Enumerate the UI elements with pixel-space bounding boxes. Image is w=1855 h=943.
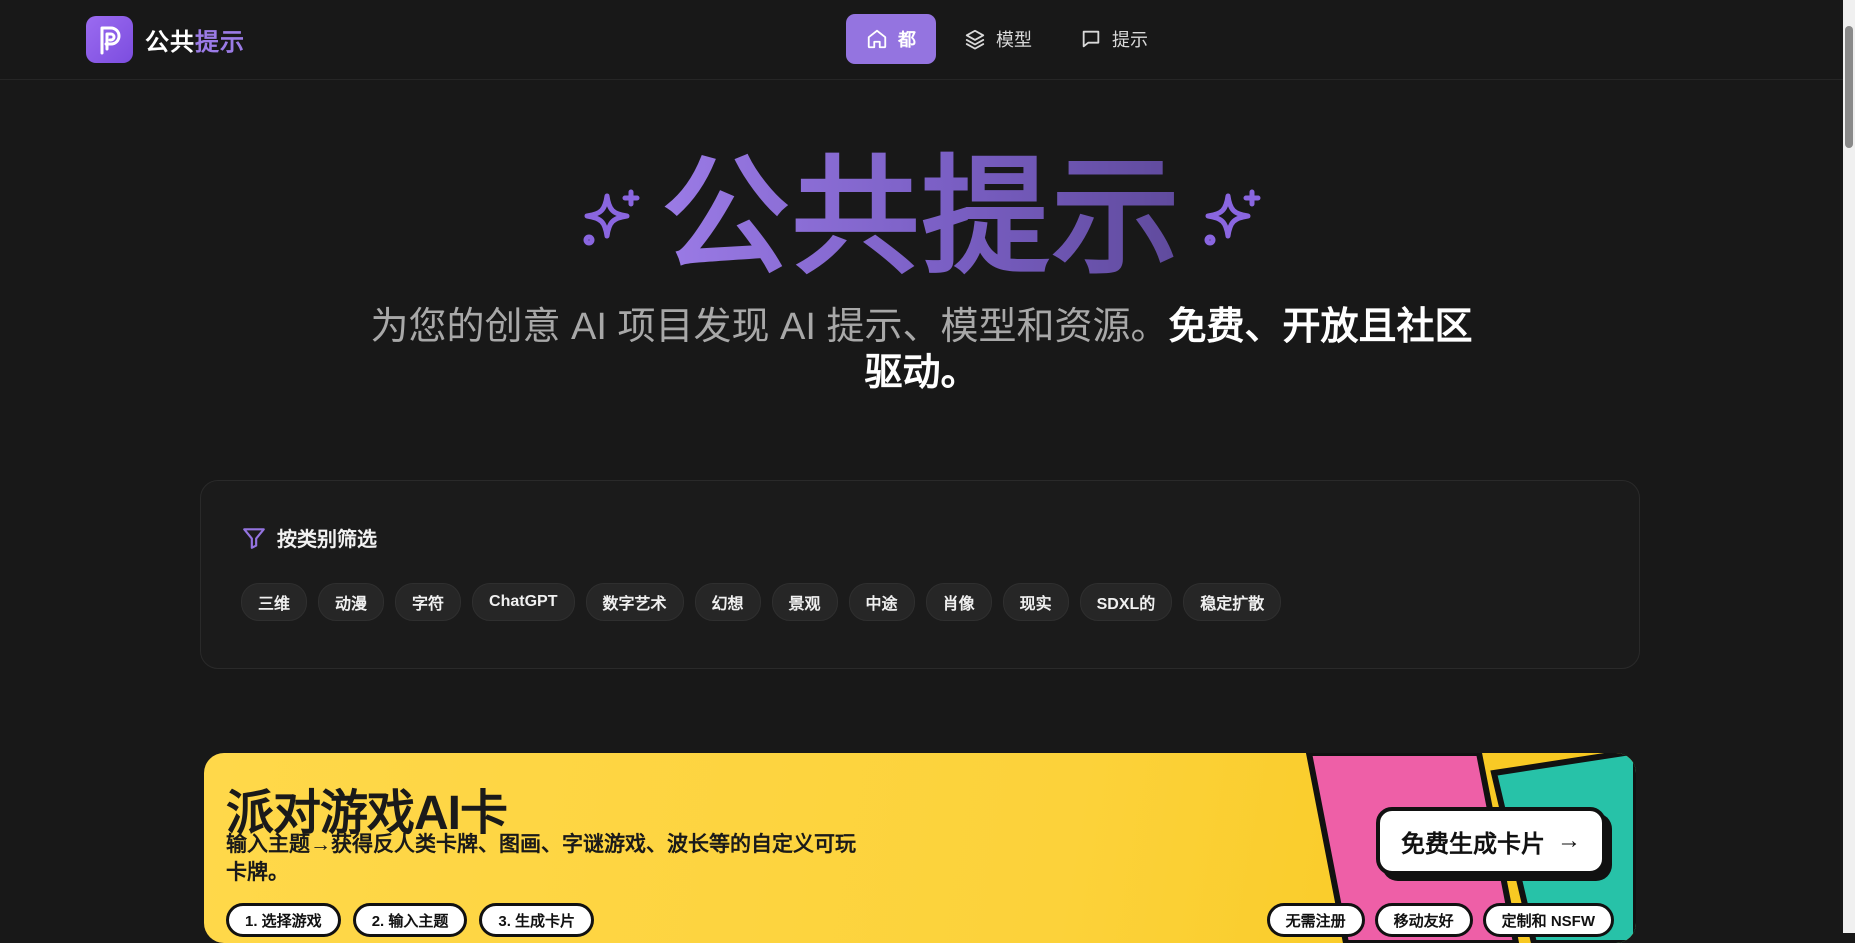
banner-steps: 1. 选择游戏 2. 输入主题 3. 生成卡片 (226, 903, 595, 937)
site-name-part-1: 公共 (145, 29, 195, 56)
category-chip[interactable]: 幻想 (694, 583, 761, 621)
filter-icon (243, 527, 265, 549)
step-badge: 1. 选择游戏 (226, 903, 341, 937)
home-icon (867, 29, 887, 49)
p-logo-icon (86, 16, 133, 63)
step-badge: 3. 生成卡片 (479, 903, 595, 937)
page-scrollbar[interactable] (1843, 0, 1855, 933)
nav-prompts-label: 提示 (1112, 30, 1148, 50)
category-chip[interactable]: 动漫 (318, 583, 385, 621)
feature-badge: 无需注册 (1266, 903, 1365, 937)
site-name: 公共提示 (145, 22, 245, 57)
category-filter-card: 按类别筛选 三维 动漫 字符 ChatGPT 数字艺术 幻想 景观 中途 肖像 … (200, 480, 1640, 669)
category-chip[interactable]: 中途 (848, 583, 915, 621)
filter-heading-label: 按类别筛选 (277, 529, 377, 551)
category-chip[interactable]: 景观 (771, 583, 838, 621)
nav-models-label: 模型 (996, 30, 1032, 50)
hero-subtitle: 为您的创意 AI 项目发现 AI 提示、模型和资源。免费、开放且社区驱动。 (360, 304, 1483, 396)
banner-subtitle: 输入主题→获得反人类卡牌、图画、字谜游戏、波长等的自定义可玩卡牌。 (226, 833, 856, 884)
category-chip[interactable]: ChatGPT (472, 583, 575, 621)
category-chip[interactable]: 数字艺术 (585, 583, 684, 621)
site-logo[interactable]: 公共提示 (86, 16, 245, 63)
scrollbar-thumb[interactable] (1845, 26, 1853, 148)
filter-heading: 按类别筛选 (241, 523, 377, 552)
category-chip[interactable]: SDXL的 (1079, 583, 1173, 621)
feature-badge: 定制和 NSFW (1482, 903, 1614, 937)
party-game-banner[interactable]: 派对游戏AI卡 输入主题→获得反人类卡牌、图画、字谜游戏、波长等的自定义可玩卡牌… (204, 753, 1636, 943)
top-header: 公共提示 都 模型 提示 (0, 0, 1843, 80)
nav-all-label: 都 (898, 30, 916, 50)
category-chip[interactable]: 三维 (241, 583, 308, 621)
main-nav: 都 模型 提示 (846, 14, 1168, 64)
generate-cards-button[interactable]: 免费生成卡片 → (1376, 807, 1606, 875)
generate-cards-button-label: 免费生成卡片 (1401, 830, 1545, 858)
nav-prompts[interactable]: 提示 (1060, 14, 1168, 64)
banner-features: 无需注册 移动友好 定制和 NSFW (1266, 903, 1614, 937)
feature-badge: 移动友好 (1374, 903, 1473, 937)
nav-all[interactable]: 都 (846, 14, 936, 64)
category-chips: 三维 动漫 字符 ChatGPT 数字艺术 幻想 景观 中途 肖像 现实 SDX… (241, 583, 1282, 621)
hero-subtitle-text: 为您的创意 AI 项目发现 AI 提示、模型和资源。 (370, 306, 1169, 348)
hero-title-row: 公共提示 (0, 148, 1843, 288)
sparkle-icon (1204, 189, 1260, 246)
category-chip[interactable]: 现实 (1002, 583, 1069, 621)
category-chip[interactable]: 肖像 (925, 583, 992, 621)
nav-models[interactable]: 模型 (944, 14, 1052, 64)
page-title: 公共提示 (661, 146, 1182, 289)
site-name-part-2: 提示 (195, 29, 245, 56)
sparkle-icon (583, 189, 640, 246)
category-chip[interactable]: 字符 (395, 583, 462, 621)
layers-icon (965, 29, 985, 50)
category-chip[interactable]: 稳定扩散 (1183, 583, 1282, 621)
chat-bubble-icon (1082, 30, 1100, 48)
step-badge: 2. 输入主题 (352, 903, 468, 937)
arrow-right-icon: → (1557, 827, 1581, 854)
